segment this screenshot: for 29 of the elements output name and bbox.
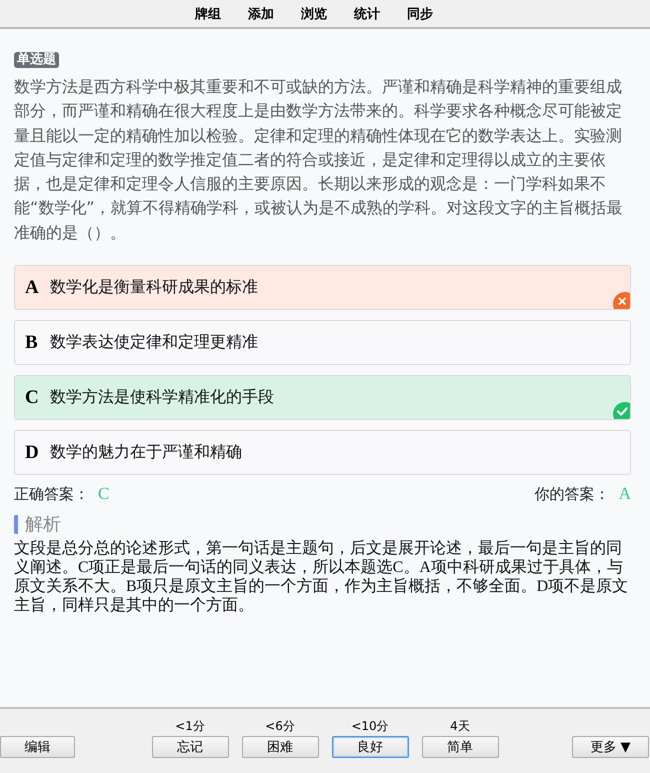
correct-answer-label: 正确答案： (14, 485, 89, 504)
interval-label: <10分 (351, 720, 389, 732)
ease-button[interactable]: 困难 (242, 736, 318, 758)
check-icon (613, 402, 630, 420)
question-type-tag: 单选题 (14, 52, 59, 68)
explanation-text: 文段是总分总的论述形式，第一句话是主题句，后文是展开论述，最后一句是主旨的同义阐述。C项正是最后一句话的同义表达，所以本题选C。A项中科研成果过于具体，与原文关系不大。B项只是原文主旨的一个方面，作为主旨概括，不够全面。D项不是原文主旨，同样只是其中的一个方面。 (14, 539, 630, 616)
ease-button[interactable]: 简单 (422, 736, 498, 758)
edit-button[interactable]: 编辑 (0, 736, 75, 758)
correct-answer-value: C (98, 484, 110, 504)
nav-link[interactable]: 统计 (354, 4, 380, 22)
nav-link[interactable]: 浏览 (301, 4, 327, 22)
interval-label: <1分 (175, 720, 205, 732)
ease-button[interactable]: 忘记 (152, 736, 228, 758)
answer-option[interactable]: D 数学的魅力在于严谨和精确 (14, 430, 631, 476)
your-answer-label: 你的答案： (534, 485, 610, 504)
ease-button[interactable]: 良好 (332, 736, 408, 758)
nav-link[interactable]: 牌组 (195, 4, 221, 22)
interval-label: 4天 (450, 720, 470, 732)
interval-label: <6分 (265, 720, 295, 732)
answer-option[interactable]: A 数学化是衡量科研成果的标准 (14, 265, 631, 310)
nav-link[interactable]: 同步 (407, 4, 433, 22)
question-text: 数学方法是西方科学中极其重要和不可或缺的方法。严谨和精确是科学精神的重要组成部分，而严谨和精确在很大程度上是由数学方法带来的。科学要求各种概念尽可能被定量且能以一定的精确性加以检验。定律和定理的精确性体现在它的数学表达上。实验测定值与定律和定理的数学推定值二者的符合或接近，是定律和定理得以成立的主要依据，也是定律和定理令人信服的主要原因。长期以来形成的观念是：一门学科如果不能“数学化”，就算不得精确学科，或被认为是不成熟的学科。对这段文字的主旨概括最准确的是（）。 (14, 76, 624, 244)
nav-link[interactable]: 添加 (248, 4, 274, 22)
section-heading: 解析 (14, 515, 61, 534)
answer-option[interactable]: B 数学表达使定律和定理更精准 (14, 320, 631, 366)
your-answer-value: A (618, 484, 631, 504)
more-button[interactable]: 更多 ▼ (572, 736, 649, 758)
answer-option[interactable]: C 数学方法是使科学精准化的手段 (14, 375, 631, 420)
cross-icon (613, 292, 630, 310)
